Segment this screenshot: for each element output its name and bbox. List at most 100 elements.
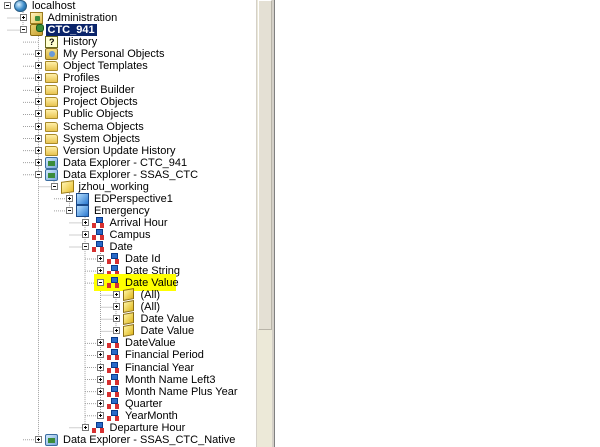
expand-toggle[interactable] [66,194,73,202]
tree-node-label[interactable]: Data Explorer - SSAS_CTC_Native [61,434,237,446]
tree-node[interactable]: Emergency [0,204,256,217]
collapse-toggle[interactable] [66,206,73,214]
expand-toggle[interactable] [35,74,42,82]
collapse-toggle[interactable] [81,243,89,250]
tree-node-label[interactable]: Schema Objects [61,121,146,133]
tree-node[interactable]: Date [0,241,256,253]
tree-node[interactable]: CTC_941 [0,24,256,37]
expand-toggle[interactable] [97,399,104,407]
tree-node-label[interactable]: My Personal Objects [61,48,166,60]
expand-toggle[interactable] [35,110,42,118]
expand-toggle[interactable] [97,339,104,347]
tree-node[interactable]: Date Value [0,312,256,325]
expand-toggle[interactable] [97,255,104,263]
expand-toggle[interactable] [35,122,42,130]
tree-node-label[interactable]: Quarter [123,398,164,410]
tree-node[interactable]: System Objects [0,133,256,145]
tree-node[interactable]: Profiles [0,72,256,84]
expand-toggle[interactable] [97,387,104,395]
tree-node[interactable]: Project Builder [0,84,256,96]
tree-node-label[interactable]: Public Objects [61,108,135,120]
tree-node-label[interactable]: Month Name Plus Year [123,386,240,398]
tree-node[interactable]: Month Name Plus Year [0,385,256,398]
expand-toggle[interactable] [81,423,89,431]
tree-node-label[interactable]: Object Templates [61,60,150,72]
collapse-toggle[interactable] [97,279,104,287]
tree-vertical-scrollbar[interactable] [256,0,273,447]
tree-node-label[interactable]: Data Explorer - CTC_941 [61,157,189,169]
tree-node[interactable]: Version Update History [0,145,256,157]
expand-toggle[interactable] [81,218,89,226]
collapse-toggle[interactable] [35,170,42,178]
expand-toggle[interactable] [35,435,42,443]
tree-node-label[interactable]: Date [108,241,135,253]
tree-node[interactable]: History [0,36,256,49]
tree-node[interactable]: jzhou_working [0,179,256,194]
tree-node[interactable]: Data Explorer - SSAS_CTC_Native [0,433,256,446]
tree-node[interactable]: (All) [0,300,256,313]
expand-toggle[interactable] [35,146,42,154]
tree-node[interactable]: Date Value [0,274,256,292]
tree-node-label[interactable]: Financial Year [123,362,196,374]
tree-node[interactable]: Month Name Left3 [0,373,256,386]
tree-node[interactable]: Departure Hour [0,421,256,434]
tree-node[interactable]: Object Templates [0,60,256,72]
tree-node-label[interactable]: CTC_941 [45,24,97,37]
tree-node[interactable]: My Personal Objects [0,48,256,61]
collapse-toggle[interactable] [50,182,58,190]
tree-node[interactable]: localhost [0,0,256,12]
expand-toggle[interactable] [97,267,104,275]
expand-toggle[interactable] [35,50,42,58]
scrollbar-thumb[interactable] [258,0,272,330]
tree-node[interactable]: Financial Period [0,349,256,361]
tree-node-label[interactable]: Financial Period [123,349,206,361]
tree-node-label[interactable]: Date Id [123,253,162,265]
tree-node-label[interactable]: DateValue [123,337,178,349]
tree-node-label[interactable]: Project Builder [61,84,137,96]
tree-node-label[interactable]: Administration [46,12,120,24]
tree-node-label[interactable]: Date Value [139,313,197,325]
expand-toggle[interactable] [112,315,120,323]
tree-node-label[interactable]: History [61,36,99,48]
tree-node-label[interactable]: Departure Hour [108,422,188,434]
tree-node-label[interactable]: localhost [30,0,77,12]
pane-splitter[interactable] [272,0,275,447]
tree-node[interactable]: Financial Year [0,361,256,374]
expand-toggle[interactable] [97,411,104,419]
tree-node-label[interactable]: Data Explorer - SSAS_CTC [61,169,200,181]
tree-node[interactable]: DateValue [0,337,256,349]
expand-toggle[interactable] [81,230,89,238]
expand-toggle[interactable] [35,62,42,70]
expand-toggle[interactable] [97,351,104,359]
tree-node-label[interactable]: System Objects [61,133,142,145]
tree-node[interactable]: Arrival Hour [0,216,256,229]
expand-toggle[interactable] [19,14,27,22]
collapse-toggle[interactable] [19,26,27,34]
tree-node[interactable]: EDPerspective1 [0,192,256,205]
tree-node-label[interactable]: YearMonth [123,410,180,422]
expand-toggle[interactable] [112,303,120,311]
tree-node[interactable]: Schema Objects [0,121,256,133]
tree-node[interactable]: Date Id [0,253,256,265]
tree-node[interactable]: YearMonth [0,409,256,422]
tree-node-label[interactable]: Version Update History [61,145,178,157]
tree-node-label[interactable]: Date Value [139,325,197,337]
tree-node[interactable]: Data Explorer - SSAS_CTC [0,168,256,181]
tree-node[interactable]: (All) [0,288,256,301]
tree-node[interactable]: Campus [0,228,256,241]
tree-node-label[interactable]: (All) [139,301,163,313]
tree-node-label[interactable]: Project Objects [61,96,140,108]
expand-toggle[interactable] [35,98,42,106]
tree-node-label[interactable]: jzhou_working [77,181,151,193]
tree-node[interactable]: Data Explorer - CTC_941 [0,156,256,169]
tree-node[interactable]: Administration [0,12,256,25]
tree-node[interactable]: Quarter [0,397,256,410]
tree-node-label[interactable]: (All) [139,289,163,301]
tree-node-label[interactable]: Campus [108,229,153,241]
expand-toggle[interactable] [97,363,104,371]
expand-toggle[interactable] [35,134,42,142]
expand-toggle[interactable] [97,375,104,383]
tree-node-label[interactable]: Month Name Left3 [123,374,218,386]
tree-node-label[interactable]: EDPerspective1 [92,193,175,205]
expand-toggle[interactable] [35,158,42,166]
